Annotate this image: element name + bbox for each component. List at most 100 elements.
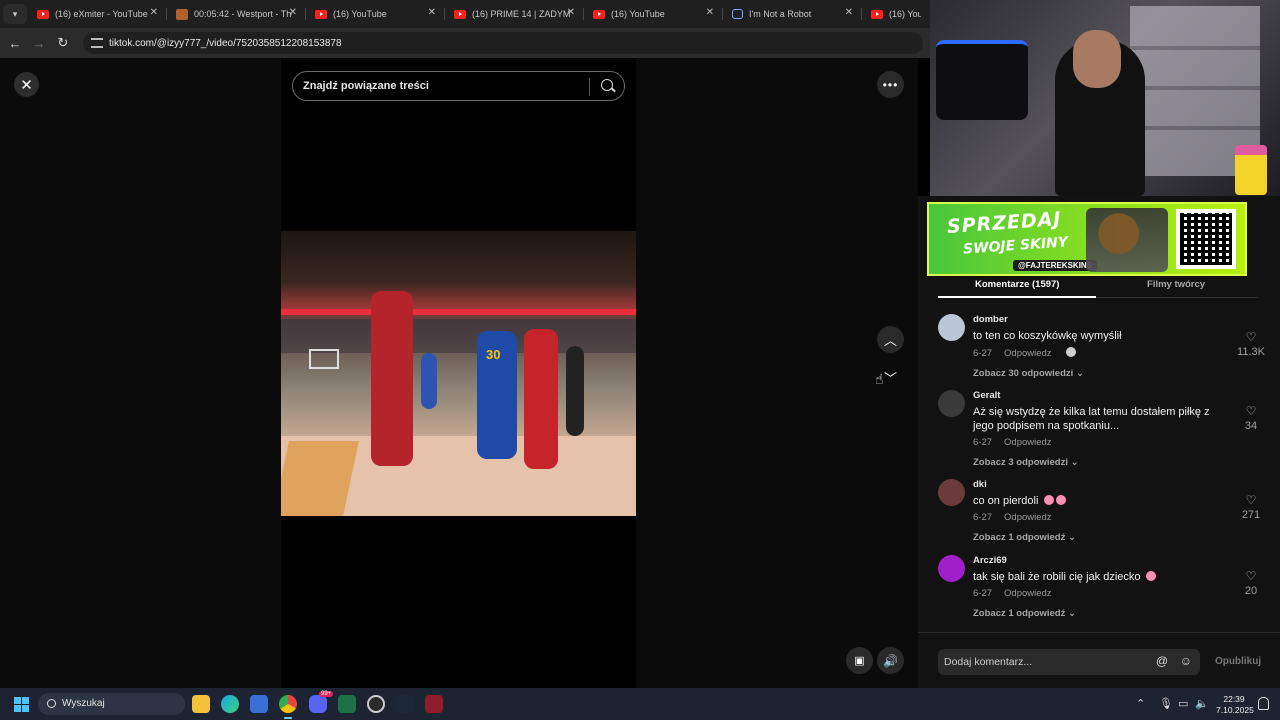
windows-start-icon[interactable] [14,697,29,712]
comment-date: 6-27 [973,348,993,359]
network-icon[interactable]: ▭ [1178,697,1188,710]
avatar[interactable] [938,555,965,582]
tab-comments[interactable]: Komentarze (1597) [975,279,1059,290]
comment-username[interactable]: dki [973,479,1218,490]
browser-tab-1[interactable]: (16) eXmiter - YouTube ✕ [27,0,166,28]
tab-title: I'm Not a Robot [749,9,812,19]
heart-icon[interactable]: ♡ [1231,330,1271,344]
forward-arrow-icon[interactable]: → [27,36,51,51]
like-control[interactable]: ♡ 271 [1231,493,1271,521]
close-tab-icon[interactable]: ✕ [150,7,158,18]
emoji-icon[interactable]: ☺ [1180,654,1192,668]
taskbar-search[interactable]: Wyszukaj [38,693,185,715]
jersey-number: 30 [486,347,501,362]
screen: ▾ (16) eXmiter - YouTube ✕ 00:05:42 - We… [0,0,1280,720]
system-clock[interactable]: 22:39 7.10.2025 [1216,694,1254,716]
tab-creator-videos[interactable]: Filmy twórcy [1147,279,1205,290]
like-count: 271 [1241,509,1261,521]
reload-icon[interactable]: ↻ [51,35,75,51]
view-replies-link[interactable]: Zobacz 1 odpowiedź [973,608,1065,619]
comment-date: 6-27 [973,588,993,599]
browser-tab-7[interactable]: (16) YouTube [861,0,921,28]
close-tab-icon[interactable]: ✕ [289,7,297,18]
tab-search-button[interactable]: ▾ [3,4,27,24]
reply-link[interactable]: Odpowiedz [1004,437,1052,448]
close-tab-icon[interactable]: ✕ [706,7,714,18]
like-control[interactable]: ♡ 20 [1231,569,1271,597]
reply-link[interactable]: Odpowiedz [1004,588,1052,599]
game-app-icon[interactable] [425,695,443,713]
close-video-button[interactable]: ✕ [14,72,39,97]
close-icon: ✕ [20,76,33,94]
excel-icon[interactable] [338,695,356,713]
view-replies-link[interactable]: Zobacz 30 odpowiedzi [973,368,1073,379]
discord-icon[interactable]: 99+ [309,691,334,713]
reply-link[interactable]: Odpowiedz [1004,512,1052,523]
avatar[interactable] [938,390,965,417]
address-bar: ← → ↻ tiktok.com/@izyy777_/video/7520358… [0,28,930,58]
picture-in-picture-button[interactable]: ▣ [846,647,873,674]
youtube-icon [593,9,605,19]
file-explorer-icon[interactable] [192,695,210,713]
heart-icon[interactable]: ♡ [1231,404,1271,418]
close-tab-icon[interactable]: ✕ [428,7,436,18]
dog-mascot [1086,208,1168,272]
microphone-icon[interactable]: 🎙 [1159,697,1173,710]
mention-icon[interactable]: @ [1156,654,1168,668]
volume-button[interactable]: 🔊 [877,647,904,674]
url-text: tiktok.com/@izyy777_/video/7520358512208… [109,37,342,49]
publish-button[interactable]: Opublikuj [1215,656,1261,667]
tray-overflow-icon[interactable]: ⌃ [1136,697,1145,710]
steam-icon[interactable] [396,695,414,713]
ellipsis-icon: ••• [882,77,899,92]
browser-tab-2[interactable]: 00:05:42 - Westport - The ✕ [166,0,305,28]
taskbar-search-label: Wyszukaj [62,698,105,709]
player-blue: 30 [477,331,517,459]
volume-icon[interactable]: 🔈 [1195,697,1209,710]
view-replies-link[interactable]: Zobacz 3 odpowiedzi [973,457,1068,468]
close-tab-icon[interactable]: ✕ [845,7,853,18]
youtube-icon [37,9,49,19]
search-placeholder: Znajdź powiązane treści [303,80,429,92]
like-control[interactable]: ♡ 11.3K [1231,330,1271,358]
avatar[interactable] [938,479,965,506]
comment-date: 6-27 [973,437,993,448]
obs-icon[interactable] [367,695,385,713]
comment-username[interactable]: Arczi69 [973,555,1218,566]
comment-username[interactable]: Geralt [973,390,1218,401]
avatar[interactable] [938,314,965,341]
referee [566,346,584,436]
back-arrow-icon[interactable]: ← [3,36,27,51]
streamer-head [1073,30,1121,88]
view-replies-link[interactable]: Zobacz 1 odpowiedź [973,532,1065,543]
laughing-emoji-icon [1145,571,1156,581]
url-field[interactable]: tiktok.com/@izyy777_/video/7520358512208… [83,32,923,54]
site-settings-icon[interactable] [91,38,103,48]
related-search-input[interactable]: Znajdź powiązane treści [292,71,625,101]
previous-video-button[interactable]: ︿ [877,326,904,353]
like-count: 34 [1244,420,1258,432]
like-control[interactable]: ♡ 34 [1231,404,1271,432]
notification-bell-icon[interactable] [1258,697,1269,710]
browser-tab-6[interactable]: I'm Not a Robot ✕ [722,0,861,28]
browser-tab-3[interactable]: (16) YouTube ✕ [305,0,444,28]
reply-link[interactable]: Odpowiedz [1004,348,1052,359]
comment-username[interactable]: domber [973,314,1218,325]
add-comment-input[interactable]: Dodaj komentarz... @ ☺ [938,649,1200,675]
qr-code [1176,209,1236,269]
video-frame[interactable]: 30 [281,231,636,516]
search-icon[interactable] [601,79,613,91]
edge-icon[interactable] [221,695,239,713]
heart-icon[interactable]: ♡ [1231,569,1271,583]
video-player[interactable]: Znajdź powiązane treści 30 [281,58,636,688]
browser-tab-4[interactable]: (16) PRIME 14 | ZADYMA ✕ [444,0,583,28]
add-comment-placeholder: Dodaj komentarz... [944,656,1033,668]
chrome-icon[interactable] [279,695,297,719]
more-options-button[interactable]: ••• [877,71,904,98]
close-tab-icon[interactable]: ✕ [567,7,575,18]
laughing-emoji-icon [1055,495,1066,505]
browser-tab-5[interactable]: (16) YouTube ✕ [583,0,722,28]
heart-icon[interactable]: ♡ [1231,493,1271,507]
tab-title: (16) YouTube [333,9,387,19]
store-icon[interactable] [250,695,268,713]
